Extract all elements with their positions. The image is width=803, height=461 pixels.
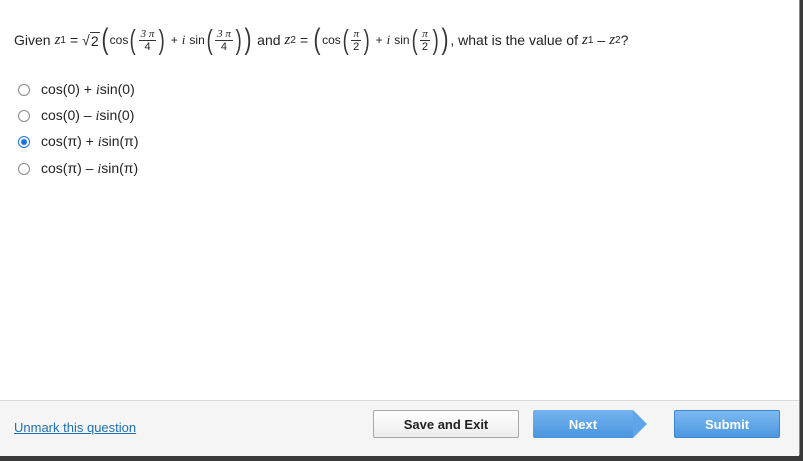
cos-fn-1: cos	[109, 33, 129, 47]
paren-open: (	[342, 24, 349, 55]
save-and-exit-button[interactable]: Save and Exit	[373, 410, 519, 438]
frac-num: 3 π	[138, 27, 157, 41]
answer-option-3[interactable]: cos(π) + isin(π)	[18, 132, 139, 152]
frac-den: 2	[353, 40, 360, 53]
sqrt-expr: √ 2	[82, 31, 100, 49]
and-text: and	[257, 32, 281, 48]
i-var-2: i	[386, 32, 391, 47]
fraction-3pi-4: 3 π4	[138, 27, 157, 53]
paren-close: )	[432, 24, 439, 55]
radio-button-3-selected[interactable]	[18, 136, 30, 148]
paren-close: )	[244, 23, 252, 56]
paren-open: (	[411, 24, 418, 55]
paren-open: (	[129, 24, 137, 55]
given-text: Given	[14, 32, 51, 48]
option-post: sin(π)	[101, 133, 139, 149]
answer-option-1[interactable]: cos(0) + isin(0)	[18, 80, 135, 100]
paren-close: )	[441, 23, 449, 56]
footer-bar: Unmark this question Save and Exit Next …	[0, 400, 799, 456]
option-pre: cos(π) –	[41, 160, 98, 176]
radio-button-1[interactable]	[18, 84, 30, 96]
z2-sub: 2	[290, 34, 296, 46]
option-label: cos(π) – isin(π)	[41, 160, 138, 178]
option-label: cos(π) + isin(π)	[41, 133, 139, 151]
option-label: cos(0) + isin(0)	[41, 81, 135, 99]
paren-close: )	[159, 24, 166, 55]
equals-1: =	[69, 32, 79, 48]
answer-option-4[interactable]: cos(π) – isin(π)	[18, 159, 138, 179]
frac-den: 4	[220, 40, 228, 53]
sqrt-arg: 2	[89, 31, 100, 49]
answer-option-2[interactable]: cos(0) – isin(0)	[18, 106, 134, 126]
unmark-question-link[interactable]: Unmark this question	[14, 420, 136, 435]
fraction-pi-2: π2	[351, 28, 361, 53]
fraction-3pi-4: 3 π4	[215, 28, 233, 53]
next-button[interactable]: Next	[533, 410, 633, 438]
radio-button-2[interactable]	[18, 110, 30, 122]
paren-open: (	[206, 24, 213, 55]
frac-num: 3 π	[215, 27, 233, 41]
radio-button-4[interactable]	[18, 163, 30, 175]
paren-open: (	[313, 23, 321, 56]
cos-fn-2: cos	[322, 33, 341, 47]
plus-1: +	[170, 33, 178, 47]
option-post: sin(π)	[101, 160, 139, 176]
paren-close: )	[363, 24, 370, 55]
question-text: Given z1 = √ 2 ( cos ( 3 π4 ) + i sin ( 3…	[14, 20, 628, 60]
next-arrow-icon[interactable]	[633, 410, 647, 438]
tail-text: , what is the value of	[450, 32, 578, 48]
option-pre: cos(0) +	[41, 81, 96, 97]
option-pre: cos(0) –	[41, 107, 96, 123]
plus-2: +	[375, 33, 383, 47]
submit-button[interactable]: Submit	[674, 410, 780, 438]
question-mark: ?	[620, 32, 629, 48]
option-post: sin(0)	[99, 81, 135, 97]
option-post: sin(0)	[99, 107, 135, 123]
question-prompt: Given z1 = √ 2 ( cos ( 3 π4 ) + i sin ( 3…	[14, 20, 794, 60]
sqrt-symbol: √	[82, 31, 90, 48]
z1-sub: 1	[60, 34, 66, 46]
i-var-1: i	[181, 32, 186, 47]
z1-sub-b: 1	[587, 34, 594, 46]
fraction-pi-2: π2	[420, 28, 430, 53]
equals-2: =	[299, 32, 309, 48]
paren-close: )	[235, 24, 242, 55]
frac-den: 4	[144, 40, 151, 53]
frac-num: π	[420, 27, 430, 41]
frac-num: π	[351, 27, 361, 41]
sin-fn-1: sin	[189, 33, 205, 47]
option-label: cos(0) – isin(0)	[41, 107, 134, 125]
sin-fn-2: sin	[394, 33, 410, 47]
option-pre: cos(π) +	[41, 133, 98, 149]
question-panel: Given z1 = √ 2 ( cos ( 3 π4 ) + i sin ( 3…	[0, 0, 800, 456]
frac-den: 2	[421, 40, 429, 53]
paren-open: (	[101, 23, 109, 56]
minus-sign: –	[597, 32, 606, 48]
